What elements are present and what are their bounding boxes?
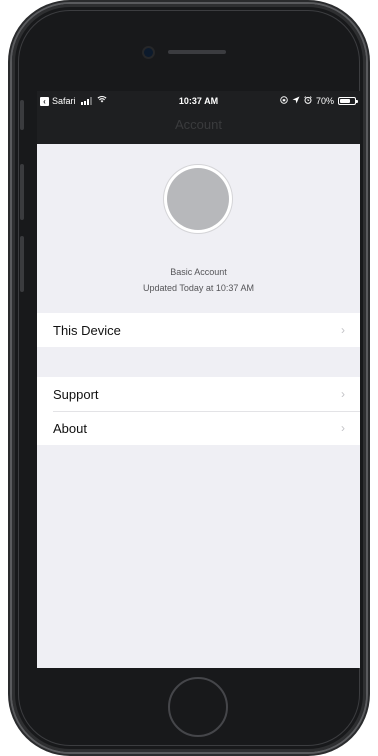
list-item-this-device[interactable]: This Device ›	[37, 313, 360, 347]
mute-switch	[20, 100, 24, 130]
battery-fill	[340, 99, 350, 103]
status-bar: ‹ Safari 10:37 AM 70%	[37, 91, 360, 111]
navigation-bar: ‹ Safari 10:37 AM 70% Account	[37, 91, 360, 144]
avatar[interactable]	[167, 168, 229, 230]
list-item-support[interactable]: Support ›	[37, 377, 360, 411]
earpiece-speaker	[168, 50, 226, 54]
home-button[interactable]	[168, 677, 228, 737]
battery-percentage: 70%	[315, 96, 334, 106]
account-type-label: Basic Account	[170, 267, 227, 277]
volume-up-button	[20, 164, 24, 220]
device-section: This Device ›	[37, 313, 360, 347]
list-item-label: This Device	[53, 322, 121, 338]
chevron-right-icon: ›	[341, 387, 345, 401]
volume-down-button	[20, 236, 24, 292]
location-icon	[292, 91, 300, 111]
info-section: Support › About ›	[37, 377, 360, 445]
status-right: 70%	[280, 91, 358, 111]
page-title: Account	[175, 117, 222, 132]
front-camera	[144, 48, 153, 57]
alarm-icon	[304, 91, 312, 111]
screen: ‹ Safari 10:37 AM 70% Account Basic Acco…	[37, 91, 360, 668]
updated-timestamp: Updated Today at 10:37 AM	[143, 283, 254, 293]
orientation-lock-icon	[280, 91, 288, 111]
battery-icon	[338, 97, 358, 105]
chevron-right-icon: ›	[341, 323, 345, 337]
list-item-label: Support	[53, 386, 99, 402]
list-item-label: About	[53, 420, 87, 436]
list-item-about[interactable]: About ›	[37, 411, 360, 445]
chevron-right-icon: ›	[341, 421, 345, 435]
